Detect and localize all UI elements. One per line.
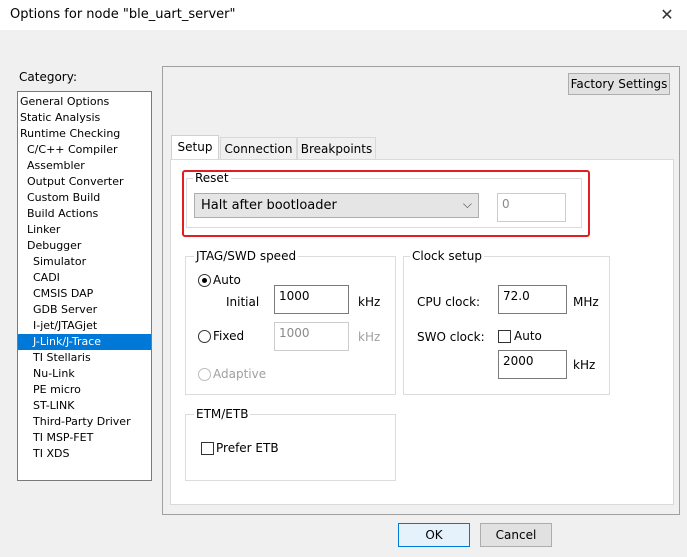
category-item[interactable]: Output Converter [18,174,151,190]
fixed-unit: kHz [358,330,381,344]
auto-speed-radio[interactable] [198,274,211,287]
swo-auto-checkbox[interactable] [498,330,511,343]
prefer-etb-checkbox[interactable] [201,442,214,455]
jtag-swd-title: JTAG/SWD speed [194,249,299,263]
window-title: Options for node "ble_uart_server" [10,7,236,22]
category-item[interactable]: Static Analysis [18,110,151,126]
category-item[interactable]: I-jet/JTAGjet [18,318,151,334]
cancel-button[interactable]: Cancel [480,523,552,547]
category-item[interactable]: Linker [18,222,151,238]
highlight-annotation [182,170,590,237]
category-item[interactable]: TI MSP-FET [18,430,151,446]
category-item[interactable]: Nu-Link [18,366,151,382]
factory-settings-button[interactable]: Factory Settings [568,73,670,95]
category-item[interactable]: Simulator [18,254,151,270]
category-item[interactable]: General Options [18,94,151,110]
tab-connection[interactable]: Connection [220,137,297,160]
category-item[interactable]: Third-Party Driver [18,414,151,430]
category-item[interactable]: Custom Build [18,190,151,206]
category-item[interactable]: Assembler [18,158,151,174]
adaptive-speed-radio[interactable] [198,368,211,381]
category-item[interactable]: GDB Server [18,302,151,318]
category-item[interactable]: Runtime Checking [18,126,151,142]
fixed-speed-input[interactable]: 1000 [274,322,349,351]
cpu-clock-input[interactable]: 72.0 [498,285,567,314]
cpu-clock-unit: MHz [573,295,599,309]
adaptive-speed-label: Adaptive [213,367,267,381]
title-bar: Options for node "ble_uart_server" ✕ [0,0,687,30]
category-item[interactable]: C/C++ Compiler [18,142,151,158]
clock-setup-title: Clock setup [410,249,484,263]
category-item[interactable]: CADI [18,270,151,286]
initial-unit: kHz [358,295,381,309]
category-item[interactable]: Build Actions [18,206,151,222]
category-item[interactable]: TI XDS [18,446,151,462]
swo-clock-unit: kHz [573,358,596,372]
auto-speed-label: Auto [213,273,241,287]
category-item[interactable]: CMSIS DAP [18,286,151,302]
tab-breakpoints[interactable]: Breakpoints [297,137,376,160]
swo-clock-input[interactable]: 2000 [498,350,567,379]
swo-clock-label: SWO clock: [417,330,485,344]
cpu-clock-label: CPU clock: [417,295,481,309]
close-icon[interactable]: ✕ [657,5,677,25]
category-item[interactable]: Debugger [18,238,151,254]
category-item[interactable]: PE micro [18,382,151,398]
category-item[interactable]: ST-LINK [18,398,151,414]
etm-etb-title: ETM/ETB [194,407,251,421]
category-list[interactable]: General Options Static Analysis Runtime Ch… [17,91,152,481]
fixed-speed-label: Fixed [213,329,245,343]
category-label: Category: [19,70,77,84]
swo-auto-label: Auto [514,329,542,343]
tab-setup[interactable]: Setup [171,135,219,160]
ok-button[interactable]: OK [398,523,470,547]
category-item[interactable]: TI Stellaris [18,350,151,366]
initial-label: Initial [226,295,260,309]
fixed-speed-radio[interactable] [198,330,211,343]
category-item[interactable]: J-Link/J-Trace [18,334,151,350]
initial-speed-input[interactable]: 1000 [274,285,349,314]
prefer-etb-label: Prefer ETB [216,441,279,455]
